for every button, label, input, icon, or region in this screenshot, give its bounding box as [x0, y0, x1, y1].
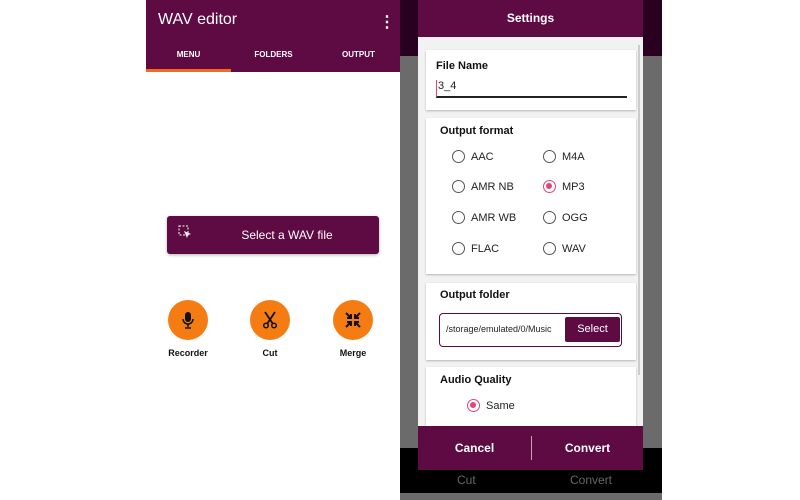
main-screen: WAV editor ⋮ MENU FOLDERS OUTPUT Select … — [146, 0, 400, 500]
radio-aac[interactable]: AAC — [452, 150, 494, 163]
scrollbar[interactable] — [638, 45, 640, 375]
settings-dialog: Settings File Name 3_4 Output format AAC… — [418, 0, 643, 470]
radio-label: WAV — [562, 242, 586, 255]
output-format-label: Output format — [440, 125, 514, 137]
output-folder-path: /storage/emulated/0/Music — [446, 324, 552, 334]
radio-amr-wb[interactable]: AMR WB — [452, 211, 516, 224]
radio-circle-selected — [467, 399, 480, 412]
audio-quality-label: Audio Quality — [440, 374, 512, 386]
file-name-label: File Name — [436, 60, 488, 72]
dimmed-convert-label: Convert — [570, 473, 613, 487]
radio-circle — [452, 180, 465, 193]
radio-circle — [452, 150, 465, 163]
radio-circle — [543, 211, 556, 224]
merge-button[interactable] — [333, 300, 373, 340]
radio-m4a[interactable]: M4A — [543, 150, 585, 163]
app-title: WAV editor — [158, 11, 238, 28]
radio-circle — [543, 242, 556, 255]
tab-indicator — [146, 69, 231, 72]
radio-mp3[interactable]: MP3 — [543, 180, 585, 193]
output-folder-label: Output folder — [440, 289, 510, 301]
radio-circle — [543, 150, 556, 163]
tab-menu[interactable]: MENU — [146, 50, 231, 59]
more-vert-icon[interactable]: ⋮ — [379, 12, 395, 32]
app-bar: WAV editor ⋮ MENU FOLDERS OUTPUT — [146, 0, 400, 72]
radio-circle-selected — [543, 180, 556, 193]
radio-wav[interactable]: WAV — [543, 242, 586, 255]
radio-label: AMR WB — [471, 211, 517, 224]
settings-screen: Cut Convert Settings File Name 3_4 Outpu… — [400, 0, 662, 500]
merge-label: Merge — [339, 348, 367, 358]
scissors-icon — [262, 311, 278, 329]
radio-label: AAC — [471, 150, 494, 163]
select-wav-button[interactable]: Select a WAV file — [167, 216, 379, 254]
radio-ogg[interactable]: OGG — [543, 211, 588, 224]
dialog-title: Settings — [418, 0, 643, 37]
output-format-card: Output format AAC M4A AMR NB MP3 AMR WB … — [426, 118, 636, 274]
select-wav-label: Select a WAV file — [241, 228, 333, 242]
output-folder-card: Output folder /storage/emulated/0/Music … — [426, 283, 636, 360]
recorder-label: Recorder — [168, 348, 208, 358]
radio-same[interactable]: Same — [467, 399, 515, 412]
dialog-footer: Cancel Convert — [418, 426, 643, 470]
file-name-card: File Name 3_4 — [426, 50, 636, 110]
radio-label: Same — [486, 399, 515, 412]
microphone-icon — [182, 312, 194, 329]
dimmed-cut-label: Cut — [457, 473, 476, 487]
radio-flac[interactable]: FLAC — [452, 242, 499, 255]
merge-arrows-icon — [345, 312, 361, 328]
output-folder-field: /storage/emulated/0/Music Select — [439, 313, 622, 347]
cut-button[interactable] — [250, 300, 290, 340]
audio-quality-card: Audio Quality Same — [426, 367, 636, 426]
radio-amr-nb[interactable]: AMR NB — [452, 180, 514, 193]
recorder-button[interactable] — [168, 300, 208, 340]
radio-circle — [452, 242, 465, 255]
tab-output[interactable]: OUTPUT — [316, 50, 401, 59]
radio-label: FLAC — [471, 242, 500, 255]
select-folder-button[interactable]: Select — [565, 317, 620, 342]
file-name-input[interactable]: 3_4 — [436, 80, 627, 98]
cancel-button[interactable]: Cancel — [418, 426, 531, 470]
cut-label: Cut — [262, 348, 278, 358]
convert-button[interactable]: Convert — [532, 426, 643, 470]
radio-circle — [452, 211, 465, 224]
tab-folders[interactable]: FOLDERS — [231, 50, 316, 59]
radio-label: OGG — [562, 211, 588, 224]
radio-label: MP3 — [562, 180, 585, 193]
radio-label: M4A — [562, 150, 585, 163]
radio-label: AMR NB — [471, 180, 514, 193]
